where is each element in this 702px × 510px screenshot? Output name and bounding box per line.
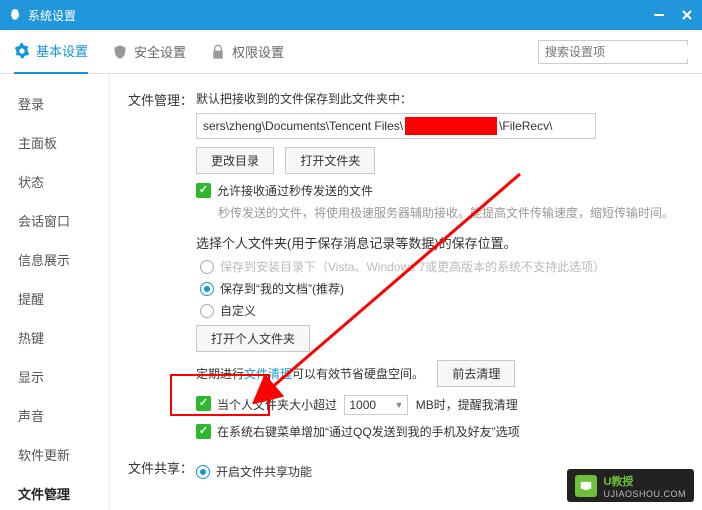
context-menu-label: 在系统右键菜单增加“通过QQ发送到我的手机及好友”选项	[217, 423, 520, 440]
sidebar: 登录 主面板 状态 会话窗口 信息展示 提醒 热键 显示 声音 软件更新 文件管…	[0, 74, 110, 510]
gear-icon	[14, 43, 30, 59]
redacted-segment	[405, 117, 497, 135]
title-bar: 系统设置	[0, 0, 702, 30]
change-dir-button[interactable]: 更改目录	[196, 147, 274, 174]
watermark-name: U教授	[603, 476, 633, 488]
go-cleanup-button[interactable]: 前去清理	[437, 360, 515, 387]
radio-mydocs-label: 保存到“我的文档”(推荐)	[220, 280, 344, 297]
personal-folder-label: 选择个人文件夹(用于保存消息记录等数据)的保存位置。	[196, 233, 682, 252]
sidebar-item-hotkey[interactable]: 热键	[0, 318, 109, 357]
chevron-down-icon[interactable]	[47, 490, 63, 504]
size-value: 1000	[349, 398, 376, 412]
file-mgmt-section-label: 文件管理：	[128, 90, 196, 444]
file-cleanup-link[interactable]: 文件清理	[244, 367, 292, 381]
cleanup-text-1: 定期进行	[196, 367, 244, 381]
window-title: 系统设置	[28, 7, 76, 24]
radio-mydocs[interactable]	[200, 282, 214, 296]
search-input-container[interactable]	[538, 40, 688, 64]
radio-custom-label: 自定义	[220, 302, 256, 319]
sidebar-item-chatwindow[interactable]: 会话窗口	[0, 201, 109, 240]
size-warn-text-2: MB时，提醒我清理	[416, 398, 518, 412]
chevron-down-icon[interactable]: ▼	[394, 400, 403, 410]
sidebar-item-info-display[interactable]: 信息展示	[0, 240, 109, 279]
sidebar-item-sound[interactable]: 声音	[0, 396, 109, 435]
lock-icon	[210, 44, 226, 60]
search-input[interactable]	[545, 45, 700, 59]
shield-icon	[112, 44, 128, 60]
sidebar-item-login[interactable]: 登录	[0, 84, 109, 123]
watermark-url: UJIAOSHOU.COM	[603, 489, 686, 499]
size-warn-checkbox[interactable]	[196, 396, 211, 411]
path-part1: sers\zheng\Documents\Tencent Files\	[203, 119, 403, 133]
file-path-input[interactable]: sers\zheng\Documents\Tencent Files\ \Fil…	[196, 113, 596, 139]
tab-label: 安全设置	[134, 42, 186, 61]
file-share-section-label: 文件共享：	[128, 458, 196, 485]
sidebar-item-update[interactable]: 软件更新	[0, 435, 109, 474]
tab-label: 基本设置	[36, 41, 88, 60]
sidebar-item-reminder[interactable]: 提醒	[0, 279, 109, 318]
cleanup-text-2: 可以有效节省硬盘空间。	[292, 367, 424, 381]
folder-size-input[interactable]: 1000 ▼	[344, 395, 408, 415]
tab-permission-settings[interactable]: 权限设置	[210, 30, 284, 74]
enable-share-label: 开启文件共享功能	[216, 463, 312, 480]
tab-label: 权限设置	[232, 42, 284, 61]
default-path-label: 默认把接收到的文件保存到此文件夹中：	[196, 90, 682, 107]
open-personal-folder-button[interactable]: 打开个人文件夹	[196, 325, 310, 352]
open-folder-button[interactable]: 打开文件夹	[285, 147, 375, 174]
tab-security-settings[interactable]: 安全设置	[112, 30, 186, 74]
watermark-icon	[575, 475, 597, 497]
radio-install-dir	[200, 260, 214, 274]
tab-bar: 基本设置 安全设置 权限设置	[0, 30, 702, 74]
context-menu-checkbox[interactable]	[196, 424, 211, 439]
allow-flash-checkbox[interactable]	[196, 183, 211, 198]
radio-install-label: 保存到安装目录下（Vista、Windows 7或更高版本的系统不支持此选项）	[220, 258, 605, 275]
path-part2: \FileRecv\	[499, 119, 552, 133]
size-warn-text-1: 当个人文件夹大小超过	[217, 398, 337, 412]
minimize-button[interactable]	[652, 8, 666, 22]
flash-hint: 秒传发送的文件，将使用极速服务器辅助接收。能提高文件传输速度，缩短传输时间。	[218, 203, 682, 223]
sidebar-item-display[interactable]: 显示	[0, 357, 109, 396]
allow-flash-label: 允许接收通过秒传发送的文件	[217, 182, 373, 199]
tab-basic-settings[interactable]: 基本设置	[14, 30, 88, 74]
sidebar-item-status[interactable]: 状态	[0, 162, 109, 201]
content-panel: 文件管理： 默认把接收到的文件保存到此文件夹中： sers\zheng\Docu…	[110, 74, 702, 510]
radio-enable-share[interactable]	[196, 465, 210, 479]
close-button[interactable]	[680, 8, 694, 22]
app-icon	[8, 8, 22, 22]
radio-custom[interactable]	[200, 304, 214, 318]
sidebar-item-mainpanel[interactable]: 主面板	[0, 123, 109, 162]
watermark: U教授 UJIAOSHOU.COM	[567, 469, 694, 502]
